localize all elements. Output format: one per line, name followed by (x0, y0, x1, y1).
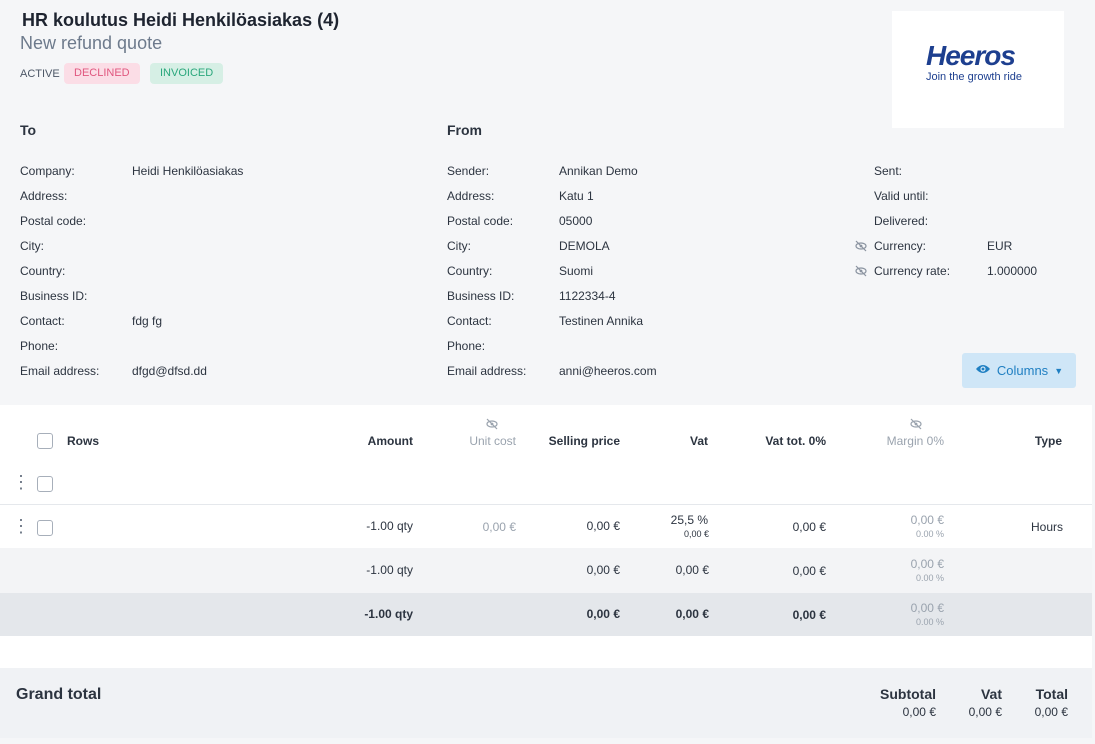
columns-button-label: Columns (996, 363, 1049, 378)
status-label: ACTIVE (20, 68, 60, 80)
column-header-vat-total[interactable]: Vat tot. 0% (736, 434, 826, 448)
from-phone-label: Phone: (447, 339, 486, 353)
total-margin: 0,00 € (910, 601, 944, 615)
row-margin: 0,00 € (910, 513, 944, 527)
subtotal-vat-total: 0,00 € (792, 564, 826, 578)
page-subtitle: New refund quote (20, 33, 163, 53)
from-city-label: City: (447, 239, 471, 253)
from-business-id-label: Business ID: (447, 289, 515, 303)
subtotal-margin-percent: 0.00 % (915, 573, 944, 583)
to-heading: To (20, 122, 37, 138)
from-city-value: DEMOLA (559, 239, 610, 253)
grand-vat-value: 0,00 € (968, 705, 1002, 719)
from-postal-label: Postal code: (447, 214, 514, 228)
currency-value: EUR (987, 239, 1013, 253)
column-header-vat[interactable]: Vat (648, 434, 708, 448)
to-company-label: Company: (20, 164, 75, 178)
subtotal-amount: -1.00 qty (366, 563, 413, 577)
row-checkbox[interactable] (37, 520, 53, 536)
total-vat: 0,00 € (675, 607, 709, 621)
column-header-selling-price[interactable]: Selling price (520, 434, 620, 448)
grand-subtotal-value: 0,00 € (902, 705, 936, 719)
subtotal-selling-price: 0,00 € (586, 563, 620, 577)
row-selling-price[interactable]: 0,00 € (520, 519, 620, 533)
grand-subtotal-label: Subtotal (880, 686, 936, 702)
row-divider (0, 504, 1092, 505)
subtotal-margin: 0,00 € (910, 557, 944, 571)
logo-wordmark: Heeros (926, 40, 1016, 71)
row-type[interactable]: Hours (1002, 520, 1063, 534)
subtotal-vat: 0,00 € (675, 563, 709, 577)
status-badge-invoiced: INVOICED (150, 63, 224, 84)
valid-until-label: Valid until: (874, 189, 929, 203)
row-amount[interactable]: -1.00 qty (333, 519, 413, 533)
currency-rate-value: 1.000000 (987, 264, 1038, 278)
grand-total-label: Total (1035, 686, 1068, 702)
from-sender-label: Sender: (447, 164, 490, 178)
to-postal-label: Postal code: (20, 214, 87, 228)
to-city-label: City: (20, 239, 44, 253)
logo-tagline: Join the growth ride (926, 71, 1022, 83)
currency-label: Currency: (874, 239, 927, 253)
from-country-label: Country: (447, 264, 493, 278)
from-postal-value: 05000 (559, 214, 593, 228)
row-margin-percent: 0.00 % (915, 529, 944, 539)
total-margin-percent: 0.00 % (915, 617, 944, 627)
row-unit-cost[interactable]: 0,00 € (436, 520, 516, 534)
from-sender-value: Annikan Demo (559, 164, 638, 178)
row-vat-total: 0,00 € (792, 520, 826, 534)
page-title: HR koulutus Heidi Henkilöasiakas (4) (22, 10, 340, 30)
row-checkbox[interactable] (37, 476, 53, 492)
grand-vat-label: Vat (980, 686, 1002, 702)
row-vat-amount: 0,00 € (683, 529, 709, 539)
column-header-type[interactable]: Type (1002, 434, 1062, 448)
to-email-label: Email address: (20, 364, 100, 378)
to-company-value: Heidi Henkilöasiakas (132, 164, 244, 178)
to-phone-label: Phone: (20, 339, 59, 353)
to-business-id-label: Business ID: (20, 289, 88, 303)
status-badge-declined: DECLINED (64, 63, 140, 84)
eye-icon (975, 363, 991, 378)
delivered-label: Delivered: (874, 214, 929, 228)
caret-down-icon: ▼ (1054, 365, 1064, 376)
from-business-id-value: 1122334-4 (559, 289, 616, 303)
from-email-value: anni@heeros.com (559, 364, 657, 378)
total-amount: -1.00 qty (364, 607, 413, 621)
grand-total-value: 0,00 € (1034, 705, 1068, 719)
row-menu-icon[interactable]: ⋮ (12, 517, 30, 535)
from-address-label: Address: (447, 189, 495, 203)
total-vat-total: 0,00 € (792, 608, 826, 622)
eye-off-icon[interactable] (855, 265, 867, 280)
grand-total-panel (0, 668, 1092, 738)
currency-rate-label: Currency rate: (874, 264, 951, 278)
column-header-amount[interactable]: Amount (333, 434, 413, 448)
eye-off-icon[interactable] (855, 240, 867, 255)
row-menu-icon[interactable]: ⋮ (12, 473, 30, 491)
from-address-value: Katu 1 (559, 189, 594, 203)
to-contact-label: Contact: (20, 314, 65, 328)
to-contact-value: fdg fg (132, 314, 163, 328)
eye-off-icon[interactable] (910, 417, 922, 435)
to-email-value: dfgd@dfsd.dd (132, 364, 207, 378)
to-country-label: Country: (20, 264, 66, 278)
eye-off-icon[interactable] (486, 417, 498, 435)
columns-button[interactable]: Columns ▼ (962, 353, 1076, 388)
column-header-unit-cost[interactable]: Unit cost (436, 434, 516, 448)
from-contact-value: Testinen Annika (559, 314, 644, 328)
row-vat-percent[interactable]: 25,5 % (648, 513, 708, 527)
sent-label: Sent: (874, 164, 903, 178)
from-contact-label: Contact: (447, 314, 492, 328)
column-header-rows[interactable]: Rows (67, 434, 99, 448)
select-all-checkbox[interactable] (37, 433, 53, 449)
to-address-label: Address: (20, 189, 68, 203)
from-heading: From (447, 122, 482, 138)
from-country-value: Suomi (559, 264, 594, 278)
column-header-margin[interactable]: Margin 0% (854, 434, 944, 448)
total-selling-price: 0,00 € (586, 607, 620, 621)
from-email-label: Email address: (447, 364, 527, 378)
grand-total-title: Grand total (16, 686, 102, 703)
